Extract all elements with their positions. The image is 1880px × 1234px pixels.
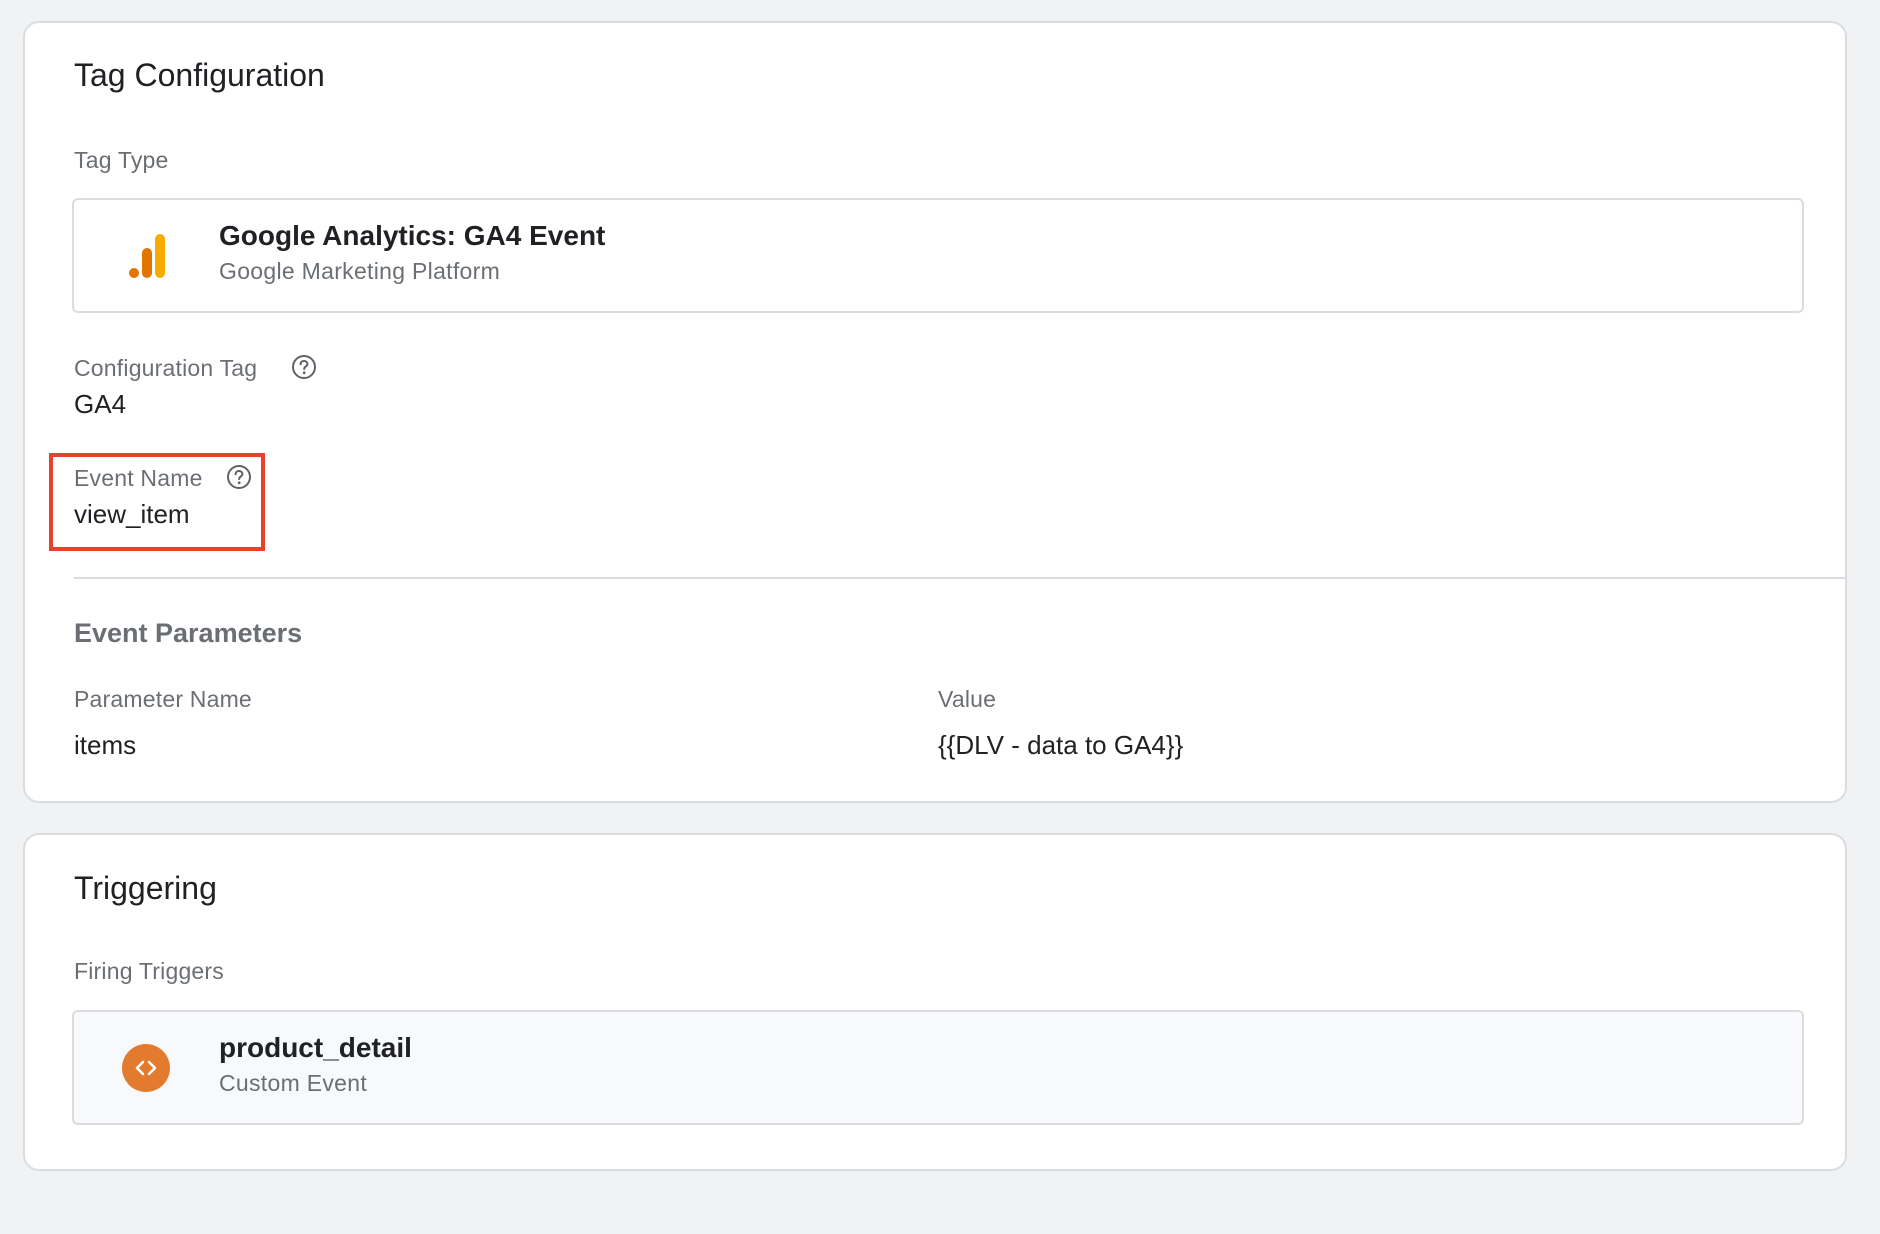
tag-type-box[interactable]: Google Analytics: GA4 Event Google Marke… xyxy=(72,198,1804,313)
parameter-value-header: Value xyxy=(938,686,997,712)
help-icon[interactable] xyxy=(226,464,252,495)
tag-type-provider: Google Marketing Platform xyxy=(219,258,501,284)
tag-type-label: Tag Type xyxy=(74,147,169,173)
trigger-item[interactable]: product_detail Custom Event xyxy=(72,1010,1804,1125)
parameter-row-value: {{DLV - data to GA4}} xyxy=(938,730,1184,760)
firing-triggers-label: Firing Triggers xyxy=(74,958,224,984)
tag-type-name: Google Analytics: GA4 Event xyxy=(219,220,606,251)
parameter-row-name: items xyxy=(74,730,137,760)
configuration-tag-label: Configuration Tag xyxy=(74,355,258,381)
tag-configuration-title: Tag Configuration xyxy=(74,57,325,93)
triggering-title: Triggering xyxy=(74,870,217,906)
configuration-tag-value: GA4 xyxy=(74,389,127,419)
help-icon[interactable] xyxy=(291,354,317,385)
custom-event-icon xyxy=(122,1044,170,1092)
trigger-type: Custom Event xyxy=(219,1070,368,1096)
google-analytics-icon xyxy=(126,232,170,280)
section-divider xyxy=(74,577,1845,579)
tag-configuration-card: Tag Configuration Tag Type Google Analyt… xyxy=(23,21,1847,803)
trigger-name: product_detail xyxy=(219,1032,412,1063)
parameter-name-header: Parameter Name xyxy=(74,686,252,712)
event-name-label: Event Name xyxy=(74,465,203,491)
triggering-card: Triggering Firing Triggers product_detai… xyxy=(23,833,1847,1171)
event-name-value: view_item xyxy=(74,499,190,529)
event-parameters-heading: Event Parameters xyxy=(74,618,303,648)
